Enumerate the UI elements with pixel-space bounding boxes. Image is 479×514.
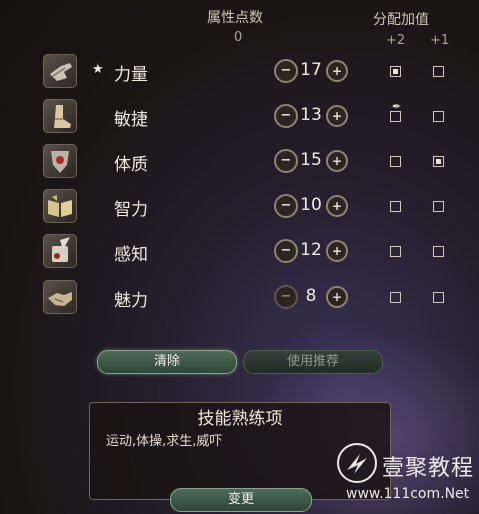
shield-heart-icon bbox=[43, 144, 77, 178]
decrease-button[interactable]: − bbox=[274, 149, 298, 173]
watermark: 壹聚教程 www.111com.Net bbox=[336, 442, 476, 508]
attribute-name: 感知 bbox=[114, 245, 148, 265]
attribute-row: 敏捷 − 13 + ✒ bbox=[0, 97, 479, 137]
attribute-value: 10 bbox=[300, 195, 322, 215]
bonus-plus-two-checkbox[interactable] bbox=[390, 66, 401, 77]
attribute-name: 魅力 bbox=[114, 291, 148, 311]
increase-button[interactable]: + bbox=[326, 240, 348, 262]
decrease-button[interactable]: − bbox=[274, 59, 298, 83]
primary-attribute-star-icon: ★ bbox=[92, 62, 104, 77]
decrease-button[interactable]: − bbox=[274, 194, 298, 218]
boot-icon bbox=[43, 99, 77, 133]
watermark-logo-icon bbox=[337, 443, 377, 483]
increase-button[interactable]: + bbox=[326, 150, 348, 172]
attribute-name: 力量 bbox=[114, 65, 148, 85]
scroll-quill-icon bbox=[43, 234, 77, 268]
attribute-row: 感知 − 12 + bbox=[0, 232, 479, 272]
increase-button[interactable]: + bbox=[326, 105, 348, 127]
attribute-row: 体质 − 15 + bbox=[0, 142, 479, 182]
bonus-plus-two-checkbox[interactable] bbox=[390, 156, 401, 167]
attribute-value: 13 bbox=[300, 105, 322, 125]
bonus-plus-one-checkbox[interactable] bbox=[433, 156, 444, 167]
decrease-button[interactable]: − bbox=[274, 239, 298, 263]
bonus-plus-one-checkbox[interactable] bbox=[433, 111, 444, 122]
skill-proficiencies-title: 技能熟练项 bbox=[197, 409, 283, 429]
bonus-plus-one-checkbox[interactable] bbox=[433, 201, 444, 212]
attribute-points-label: 属性点数 bbox=[207, 10, 263, 26]
attribute-points-value: 0 bbox=[234, 30, 243, 45]
bonus-plus-two-checkbox[interactable] bbox=[390, 292, 401, 303]
clear-button[interactable]: 清除 bbox=[97, 350, 237, 374]
increase-button[interactable]: + bbox=[326, 60, 348, 82]
bonus-plus-one-checkbox[interactable] bbox=[433, 66, 444, 77]
plus-two-column-label: +2 bbox=[386, 33, 406, 48]
watermark-url: www.111com.Net bbox=[346, 486, 470, 502]
attribute-row: 智力 − 10 + bbox=[0, 187, 479, 227]
attribute-row: ★ 力量 − 17 + bbox=[0, 52, 479, 92]
plus-one-column-label: +1 bbox=[430, 33, 450, 48]
bonus-plus-two-checkbox[interactable] bbox=[390, 246, 401, 257]
attribute-name: 智力 bbox=[114, 200, 148, 220]
decrease-button[interactable]: − bbox=[274, 104, 298, 128]
attribute-row: 魅力 − 8 + bbox=[0, 278, 479, 318]
handshake-icon bbox=[43, 280, 77, 314]
change-button[interactable]: 变更 bbox=[170, 488, 312, 512]
gauntlet-icon bbox=[43, 54, 77, 88]
attribute-value: 17 bbox=[300, 60, 322, 80]
bonus-plus-one-checkbox[interactable] bbox=[433, 246, 444, 257]
attribute-value: 15 bbox=[300, 150, 322, 170]
increase-button[interactable]: + bbox=[326, 195, 348, 217]
increase-button[interactable]: + bbox=[326, 286, 348, 308]
attribute-value: 12 bbox=[300, 240, 322, 260]
bonus-plus-two-checkbox[interactable] bbox=[390, 201, 401, 212]
attribute-value: 8 bbox=[305, 286, 317, 306]
bonus-plus-one-checkbox[interactable] bbox=[433, 292, 444, 303]
watermark-brand: 壹聚教程 bbox=[382, 456, 475, 481]
attribute-name: 体质 bbox=[114, 155, 148, 175]
allocate-bonus-label: 分配加值 bbox=[373, 12, 429, 28]
attribute-name: 敏捷 bbox=[114, 110, 148, 130]
use-recommended-button[interactable]: 使用推荐 bbox=[243, 350, 383, 374]
bonus-plus-two-checkbox[interactable] bbox=[390, 111, 401, 122]
skill-proficiencies-list: 运动,体操,求生,威吓 bbox=[106, 434, 223, 449]
open-book-icon bbox=[43, 189, 77, 223]
decrease-button[interactable]: − bbox=[274, 285, 298, 309]
